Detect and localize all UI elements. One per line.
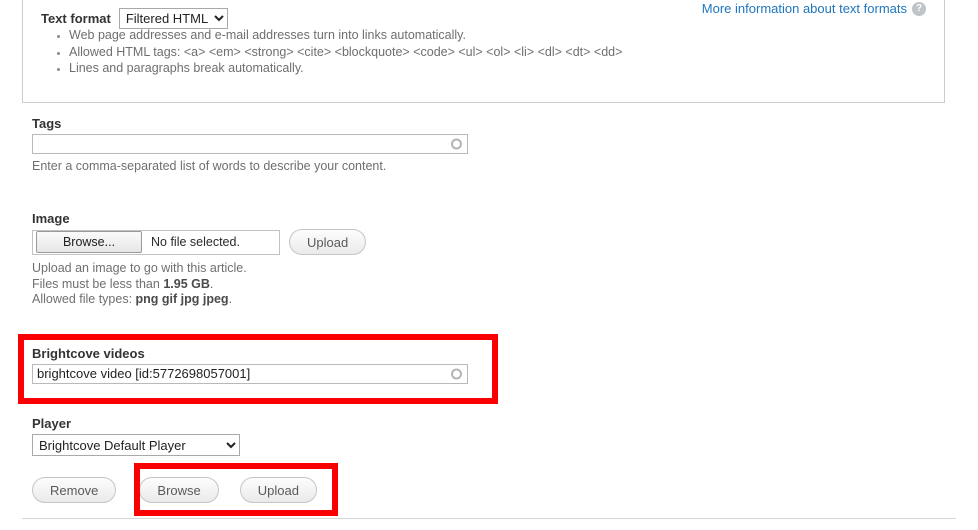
tip-item: Web page addresses and e-mail addresses … xyxy=(69,27,622,44)
more-info-link[interactable]: More information about text formats xyxy=(702,1,907,16)
upload-button[interactable]: Upload xyxy=(239,477,317,503)
file-types-suffix: . xyxy=(228,292,233,306)
brightcove-videos-label: Brightcove videos xyxy=(32,346,145,361)
brightcove-videos-input[interactable] xyxy=(32,364,468,384)
image-browse-button[interactable]: Browse... xyxy=(36,231,142,253)
image-description: Upload an image to go with this article.… xyxy=(32,261,366,308)
brightcove-action-buttons: Remove Browse Upload xyxy=(32,477,317,503)
player-form-item: Player Brightcove Default Player xyxy=(32,416,240,456)
image-upload-button[interactable]: Upload xyxy=(289,229,367,255)
text-format-panel: Text format Filtered HTML More informati… xyxy=(22,0,945,103)
question-mark-icon[interactable]: ? xyxy=(912,1,926,16)
file-size-prefix: Files must be less than xyxy=(32,276,164,291)
image-description-line-1: Upload an image to go with this article. xyxy=(32,261,247,275)
file-types-prefix: Allowed file types: xyxy=(32,292,136,306)
image-description-line-2: Files must be less than 1.95 GB. xyxy=(32,277,366,293)
text-format-tips: Web page addresses and e-mail addresses … xyxy=(47,27,622,77)
image-label: Image xyxy=(32,211,70,226)
autocomplete-throbber-icon xyxy=(451,368,462,380)
remove-button[interactable]: Remove xyxy=(32,477,117,503)
tags-description: Enter a comma-separated list of words to… xyxy=(32,159,387,173)
section-separator xyxy=(22,518,956,519)
image-description-line-3: Allowed file types: png gif jpg jpeg. xyxy=(32,292,366,308)
max-file-size: 1.95 GB xyxy=(163,276,210,291)
tags-input[interactable] xyxy=(32,134,468,154)
text-format-row: Text format Filtered HTML xyxy=(41,8,228,29)
tags-form-item: Tags Enter a comma-separated list of wor… xyxy=(32,116,468,175)
brightcove-input-wrapper xyxy=(32,364,468,384)
tags-input-wrapper xyxy=(32,134,468,154)
browse-button[interactable]: Browse xyxy=(139,477,219,503)
more-information-about-text-formats[interactable]: More information about text formats ? xyxy=(702,1,926,16)
text-format-select[interactable]: Filtered HTML xyxy=(118,8,228,29)
text-format-label: Text format xyxy=(41,11,111,26)
image-form-item: Image Browse... No file selected. Upload… xyxy=(32,211,367,308)
player-select[interactable]: Brightcove Default Player xyxy=(32,434,240,456)
image-file-status: No file selected. xyxy=(151,235,240,249)
tip-item: Lines and paragraphs break automatically… xyxy=(69,60,622,77)
brightcove-videos-form-item: Brightcove videos xyxy=(32,346,468,384)
image-upload-row: Browse... No file selected. Upload xyxy=(32,229,367,255)
tags-label: Tags xyxy=(32,116,62,131)
player-label: Player xyxy=(32,416,72,431)
file-size-suffix: . xyxy=(209,276,214,291)
allowed-file-types: png gif jpg jpeg xyxy=(135,292,229,306)
autocomplete-throbber-icon xyxy=(451,138,462,150)
tip-item: Allowed HTML tags: <a> <em> <strong> <ci… xyxy=(69,44,622,61)
image-file-input[interactable]: Browse... No file selected. xyxy=(32,229,280,255)
